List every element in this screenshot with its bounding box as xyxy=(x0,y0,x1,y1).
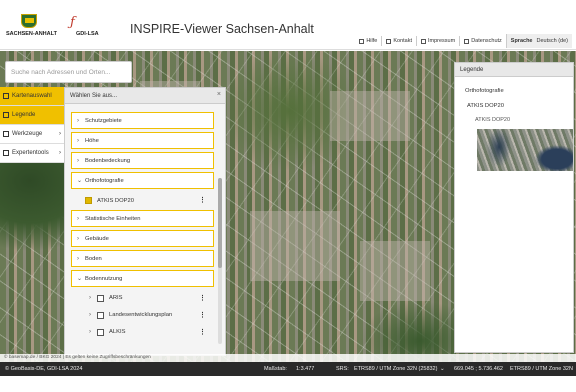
layer-checkbox[interactable] xyxy=(97,328,104,336)
chevron-right-icon: › xyxy=(77,157,79,164)
legend-panel: Legende Orthofotografie ATKIS DOP20 ATKI… xyxy=(454,62,574,353)
more-options-icon[interactable]: ⋮ xyxy=(199,294,206,302)
legend-sublayer-title: ATKIS DOP20 xyxy=(475,117,511,123)
menu-item-legende[interactable]: Legende xyxy=(0,106,64,125)
legend-header: Legende xyxy=(455,63,573,77)
chevron-right-icon: › xyxy=(77,215,79,222)
more-options-icon[interactable]: ⋮ xyxy=(199,328,206,336)
layer-atkis-dop20[interactable]: ATKIS DOP20 ⋮ xyxy=(71,192,214,209)
layer-checkbox[interactable] xyxy=(97,294,104,302)
layer-group-bodennutzung[interactable]: ⌄ Bodennutzung xyxy=(71,270,214,287)
app-title: INSPIRE-Viewer Sachsen-Anhalt xyxy=(130,22,314,36)
legend-preview-image xyxy=(477,129,573,171)
chevron-down-icon: ⌄ xyxy=(440,366,445,372)
more-options-icon[interactable]: ⋮ xyxy=(199,196,206,204)
chevron-down-icon: ⌄ xyxy=(77,178,83,184)
chevron-down-icon: ⌄ xyxy=(77,276,83,282)
status-bar: © GeoBasis-DE, GDI-LSA 2024 Maßstab: 1:3… xyxy=(0,362,576,376)
wrench-icon xyxy=(3,131,9,137)
layer-aris[interactable]: › ARIS ⋮ xyxy=(71,290,214,306)
legend-group-title: Orthofotografie xyxy=(465,88,504,94)
map-area xyxy=(330,91,410,141)
nav-help[interactable]: Hilfe xyxy=(355,36,381,46)
more-options-icon[interactable]: ⋮ xyxy=(199,311,206,319)
chevron-right-icon: › xyxy=(59,131,61,137)
help-icon xyxy=(359,38,365,44)
scale-select[interactable]: 1:3.477 xyxy=(296,366,314,372)
layer-group-statistische-einheiten[interactable]: › Statistische Einheiten xyxy=(71,210,214,227)
panel-scrollbar[interactable] xyxy=(218,178,222,344)
layer-tree: › Schutzgebiete › Höhe › Bodenbedeckung … xyxy=(71,112,214,341)
srs-select[interactable]: ETRS89 / UTM Zone 32N (25832) xyxy=(354,366,437,372)
language-select[interactable]: Sprache Deutsch (de) xyxy=(505,34,572,48)
chevron-right-icon: › xyxy=(77,255,79,262)
layer-checkbox[interactable] xyxy=(97,311,104,319)
map-attribution: © basemap.de / BKG 2024 | Es gelten kein… xyxy=(0,354,576,362)
coat-of-arms-icon xyxy=(21,14,37,28)
chevron-right-icon: › xyxy=(77,235,79,242)
copyright-text: © GeoBasis-DE, GDI-LSA 2024 xyxy=(5,366,83,372)
close-icon[interactable]: × xyxy=(217,91,221,98)
chevron-right-icon: › xyxy=(77,117,79,124)
sachsen-anhalt-logo[interactable]: SACHSEN-ANHALT xyxy=(6,14,57,42)
layer-group-orthofotografie[interactable]: ⌄ Orthofotografie xyxy=(71,172,214,189)
search-input[interactable]: Suche nach Adressen und Orten... xyxy=(5,61,132,83)
chevron-right-icon: › xyxy=(77,137,79,144)
layer-selection-panel: Wählen Sie aus... × › Schutzgebiete › Hö… xyxy=(64,87,226,356)
menu-item-expertentools[interactable]: Expertentools › xyxy=(0,144,64,163)
gdi-mark-icon: ƒ xyxy=(70,15,75,30)
top-navigation: Hilfe Kontakt Impressum Datenschutz Spra… xyxy=(355,34,572,48)
layer-group-bodenbedeckung[interactable]: › Bodenbedeckung xyxy=(71,152,214,169)
side-menu: Kartenauswahl Legende Werkzeuge › Expert… xyxy=(0,87,64,163)
coordinate-srs-select[interactable]: ETRS89 / UTM Zone 32N xyxy=(510,366,573,372)
document-icon xyxy=(421,38,426,44)
layer-checkbox[interactable] xyxy=(85,197,92,204)
legend-layer-title: ATKIS DOP20 xyxy=(467,103,504,109)
layer-alkis[interactable]: › ALKIS ⋮ xyxy=(71,324,214,340)
nav-privacy[interactable]: Datenschutz xyxy=(459,36,506,46)
layer-group-hoehe[interactable]: › Höhe xyxy=(71,132,214,149)
gear-icon xyxy=(3,150,9,156)
layer-group-boden[interactable]: › Boden xyxy=(71,250,214,267)
map-area xyxy=(250,211,340,281)
chevron-right-icon: › xyxy=(89,329,91,335)
legend-icon xyxy=(3,112,9,118)
menu-item-kartenauswahl[interactable]: Kartenauswahl xyxy=(0,87,64,106)
logo2-text: GDI-LSA xyxy=(76,31,99,37)
layer-landesentwicklungsplan[interactable]: › Landesentwicklungsplan ⋮ xyxy=(71,307,214,323)
map-icon xyxy=(3,93,9,99)
panel-header: Wählen Sie aus... × xyxy=(65,88,225,104)
nav-imprint[interactable]: Impressum xyxy=(416,36,459,46)
logo1-text: SACHSEN-ANHALT xyxy=(6,31,57,37)
coordinates-readout: 669.045 ; 5.736.462 xyxy=(454,366,503,372)
srs-label: SRS: xyxy=(336,366,349,372)
lock-icon xyxy=(464,38,470,44)
chevron-right-icon: › xyxy=(59,150,61,156)
layer-group-schutzgebiete[interactable]: › Schutzgebiete xyxy=(71,112,214,129)
scrollbar-thumb[interactable] xyxy=(218,178,222,268)
mail-icon xyxy=(386,38,392,44)
nav-contact[interactable]: Kontakt xyxy=(381,36,416,46)
app-header: SACHSEN-ANHALT ƒ GDI-LSA INSPIRE-Viewer … xyxy=(0,0,576,50)
layer-group-gebaeude[interactable]: › Gebäude xyxy=(71,230,214,247)
menu-item-werkzeuge[interactable]: Werkzeuge › xyxy=(0,125,64,144)
map-area xyxy=(360,241,430,301)
chevron-right-icon: › xyxy=(89,312,91,318)
gdi-lsa-logo[interactable]: ƒ GDI-LSA xyxy=(66,16,106,42)
scale-label: Maßstab: xyxy=(264,366,287,372)
chevron-right-icon: › xyxy=(89,295,91,301)
